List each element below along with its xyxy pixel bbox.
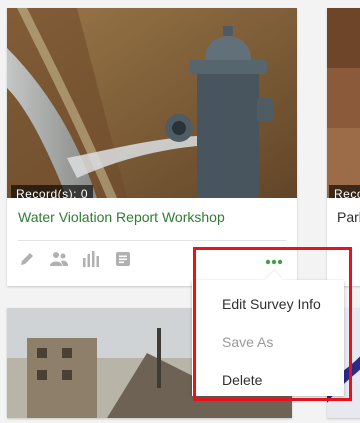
more-dots-icon [265, 259, 283, 265]
data-button[interactable] [113, 249, 133, 269]
card-actions [17, 249, 133, 269]
menu-item-edit-survey-info[interactable]: Edit Survey Info [222, 296, 321, 312]
survey-thumbnail[interactable]: Record(s): 0 [7, 8, 297, 198]
survey-card[interactable]: Record(s): 0 Water Violation Report Work… [7, 8, 297, 286]
analyze-button[interactable] [81, 249, 101, 269]
menu-item-delete[interactable]: Delete [222, 372, 262, 388]
card-divider [18, 240, 286, 241]
record-count-badge: Record(s): 0 [11, 185, 94, 198]
survey-options-menu: Edit Survey Info Save As Delete [192, 270, 344, 396]
document-icon [116, 252, 130, 266]
pencil-icon [21, 253, 33, 265]
collaborate-button[interactable] [49, 249, 69, 269]
more-options-button[interactable] [262, 256, 286, 268]
survey-title[interactable]: Water Violation Report Workshop [18, 209, 225, 225]
edit-button[interactable] [17, 249, 37, 269]
survey-title-partial[interactable]: Park [337, 209, 360, 225]
thumbnail-image [327, 8, 360, 198]
people-icon [50, 252, 68, 266]
fire-hydrant-image [7, 8, 297, 198]
menu-item-save-as[interactable]: Save As [222, 334, 273, 350]
bar-chart-icon [83, 251, 99, 267]
survey-card-partial[interactable]: Reco Park [327, 8, 360, 286]
survey-thumbnail-partial[interactable]: Reco [327, 8, 360, 198]
record-count-badge-partial: Reco [329, 185, 360, 198]
